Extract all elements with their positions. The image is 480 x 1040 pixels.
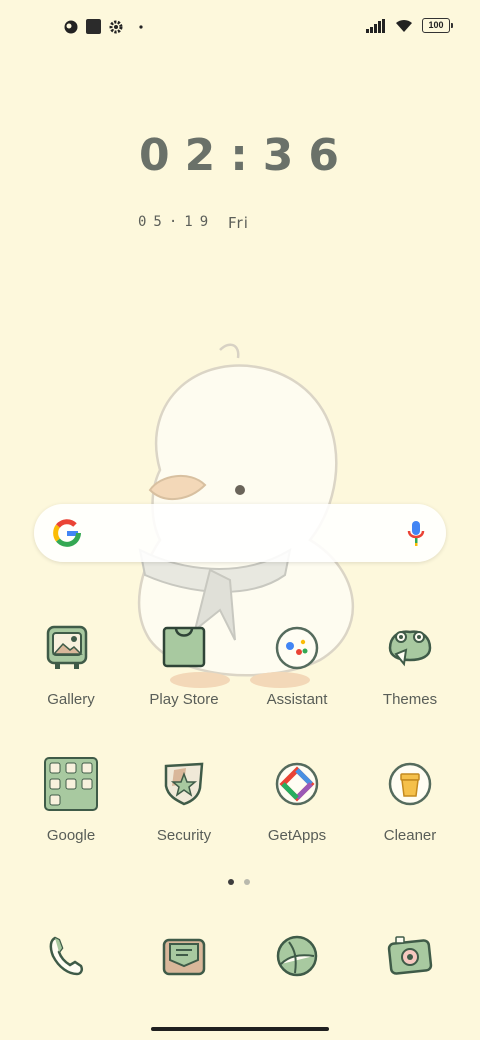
app-cleaner[interactable]: Cleaner [355,756,465,844]
camera-icon [387,936,433,975]
app-label-security: Security [156,827,212,844]
app-label-play-store: Play Store [149,691,219,708]
messages-icon [162,938,206,976]
app-label-google: Google [46,827,96,844]
app-label-cleaner: Cleaner [383,827,437,844]
theme-icon [64,20,78,33]
app-security[interactable]: Security [129,756,239,844]
clock-day: Fri [228,214,249,232]
google-g-icon [53,519,81,547]
dock-messages[interactable] [156,928,212,989]
gesture-navigation-bar[interactable] [151,1027,329,1031]
clock-date: 05·19 [138,214,216,230]
browser-icon [276,935,318,977]
dock-browser[interactable] [269,928,325,989]
app-getapps[interactable]: GetApps [242,756,352,844]
wifi-icon [396,19,412,32]
page-dot-active[interactable] [228,879,234,885]
page-dot-inactive[interactable] [244,879,250,885]
gallery-icon [46,625,88,669]
app-label-gallery: Gallery [47,691,95,708]
phone-icon [49,936,84,976]
app-play-store[interactable]: Play Store [129,620,239,708]
dot-icon [139,24,143,29]
cleaner-icon [388,762,432,806]
clock-time[interactable]: 02:36 [0,130,480,181]
microphone-icon[interactable] [406,519,426,547]
battery-level: 100 [428,20,444,30]
status-bar-left [64,19,145,34]
settings-gear-icon [109,20,123,33]
dock-camera[interactable] [382,928,438,989]
assistant-icon [275,626,319,670]
app-assistant[interactable]: Assistant [242,620,352,708]
security-icon [164,762,204,806]
status-bar-right: 100 [366,18,453,33]
app-themes[interactable]: Themes [355,620,465,708]
search-bar[interactable] [34,504,446,562]
getapps-icon [275,762,319,806]
page-indicator [228,879,250,885]
play-store-icon [162,626,206,668]
app-gallery[interactable]: Gallery [16,620,126,708]
app-label-themes: Themes [382,691,438,708]
dock-phone[interactable] [39,928,95,989]
signal-icon [366,18,385,33]
themes-icon [388,630,432,667]
app-label-getapps: GetApps [267,827,327,844]
app-label-assistant: Assistant [266,691,328,708]
app-google-folder[interactable]: Google [16,756,126,844]
google-folder-icon [44,757,98,811]
battery-icon: 100 [422,18,453,33]
square-notification-icon [86,19,101,34]
